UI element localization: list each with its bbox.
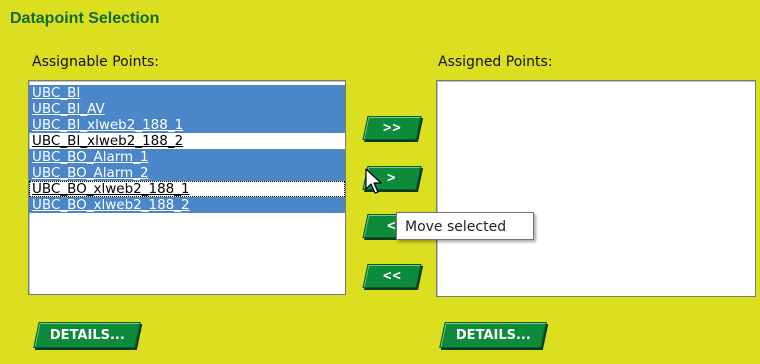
assignable-points-list[interactable]: UBC_BI UBC_BI_AV UBC_BI_xlweb2_188_1 UBC… <box>28 80 346 295</box>
move-all-left-button[interactable]: << <box>362 264 422 288</box>
move-all-left-label: << <box>382 268 402 284</box>
assigned-details-button[interactable]: DETAILS... <box>439 322 547 348</box>
assignable-details-label: DETAILS... <box>49 327 125 343</box>
mouse-pointer-icon <box>365 168 382 194</box>
move-all-right-label: >> <box>382 120 402 136</box>
move-all-right-button[interactable]: >> <box>362 116 422 140</box>
section-title: Datapoint Selection <box>10 10 160 27</box>
list-item[interactable]: UBC_BO_Alarm_1 <box>29 149 345 165</box>
list-item[interactable]: UBC_BI_xlweb2_188_2 <box>29 133 345 149</box>
list-item[interactable]: UBC_BO_xlweb2_188_1 <box>29 181 345 197</box>
list-item[interactable]: UBC_BI_xlweb2_188_1 <box>29 117 345 133</box>
move-right-label: > <box>387 170 397 186</box>
list-item[interactable]: UBC_BO_Alarm_2 <box>29 165 345 181</box>
assigned-details-label: DETAILS... <box>455 327 531 343</box>
assignable-details-button[interactable]: DETAILS... <box>33 322 141 348</box>
assigned-points-label: Assigned Points: <box>438 54 553 70</box>
assignable-points-label: Assignable Points: <box>32 54 160 70</box>
tooltip: Move selected <box>396 212 534 240</box>
list-item[interactable]: UBC_BO_xlweb2_188_2 <box>29 197 345 213</box>
list-item[interactable]: UBC_BI_AV <box>29 101 345 117</box>
assigned-points-list[interactable] <box>436 80 756 297</box>
list-item[interactable]: UBC_BI <box>29 85 345 101</box>
